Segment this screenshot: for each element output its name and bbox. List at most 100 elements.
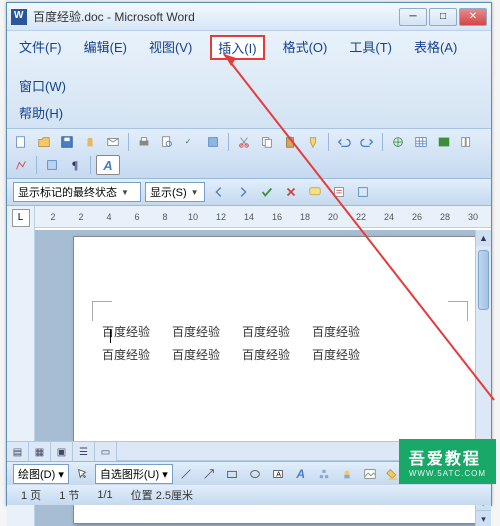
normal-view-button[interactable]: ▤ (7, 442, 29, 462)
redo-icon[interactable] (357, 132, 377, 152)
text-cell: 百度经验 (312, 346, 360, 363)
margin-marker (448, 301, 468, 321)
display-for-review-dropdown[interactable]: 显示标记的最终状态 ▼ (13, 182, 141, 202)
cut-icon[interactable] (234, 132, 254, 152)
display-for-review-value: 显示标记的最终状态 (18, 184, 117, 200)
text-cell: 百度经验 (242, 323, 290, 340)
format-painter-icon[interactable] (303, 132, 323, 152)
menu-view[interactable]: 视图(V) (145, 35, 196, 60)
separator (90, 156, 91, 174)
spell-icon[interactable]: ✓ (180, 132, 200, 152)
horizontal-ruler[interactable]: 2 2 4 6 8 10 12 14 16 18 20 22 24 26 28 … (35, 206, 491, 228)
separator (328, 133, 329, 151)
status-page-count: 1/1 (97, 489, 112, 501)
font-color-icon[interactable]: A (96, 155, 120, 175)
reviewing-pane-icon[interactable] (353, 182, 373, 202)
scroll-up-arrow[interactable]: ▲ (476, 230, 491, 246)
menu-table[interactable]: 表格(A) (410, 35, 461, 60)
drawing-icon[interactable] (11, 155, 31, 175)
watermark: 吾爱教程 WWW.5ATC.COM (399, 439, 496, 484)
menu-edit[interactable]: 编辑(E) (80, 35, 131, 60)
show-dropdown[interactable]: 显示(S) ▼ (145, 182, 205, 202)
print-icon[interactable] (134, 132, 154, 152)
comment-icon[interactable] (305, 182, 325, 202)
standard-toolbar: ✓ ¶ A (7, 129, 491, 179)
diagram-icon[interactable] (314, 464, 334, 484)
accept-icon[interactable] (257, 182, 277, 202)
text-row: 百度经验 百度经验 百度经验 百度经验 (102, 323, 458, 340)
tab-selector[interactable]: L (7, 206, 35, 230)
prev-change-icon[interactable] (209, 182, 229, 202)
new-doc-icon[interactable] (11, 132, 31, 152)
separator (36, 156, 37, 174)
reading-view-button[interactable]: ▭ (95, 442, 117, 462)
draw-menu[interactable]: 绘图(D) ▾ (13, 464, 69, 484)
docmap-icon[interactable] (42, 155, 62, 175)
reviewing-toolbar: 显示标记的最终状态 ▼ 显示(S) ▼ (7, 179, 491, 206)
menu-tools[interactable]: 工具(T) (345, 35, 396, 60)
textbox-icon[interactable]: A (268, 464, 288, 484)
scroll-thumb[interactable] (478, 250, 489, 310)
table-icon[interactable] (411, 132, 431, 152)
clipart-icon[interactable] (337, 464, 357, 484)
close-button[interactable]: ✕ (459, 8, 487, 26)
menu-bar: 文件(F) 编辑(E) 视图(V) 插入(I) 格式(O) 工具(T) 表格(A… (7, 31, 491, 129)
status-bar: 1 页 1 节 1/1 位置 2.5厘米 (7, 485, 491, 505)
email-icon[interactable] (103, 132, 123, 152)
svg-text:✓: ✓ (185, 137, 192, 146)
status-section: 1 节 (59, 487, 79, 503)
separator (128, 133, 129, 151)
separator (228, 133, 229, 151)
status-position: 位置 2.5厘米 (131, 487, 193, 503)
undo-icon[interactable] (334, 132, 354, 152)
columns-icon[interactable] (457, 132, 477, 152)
preview-icon[interactable] (157, 132, 177, 152)
svg-text:A: A (276, 471, 281, 478)
menu-window[interactable]: 窗口(W) (15, 74, 70, 97)
hyperlink-icon[interactable] (388, 132, 408, 152)
text-cell: 百度经验 (172, 323, 220, 340)
autoshapes-menu[interactable]: 自选图形(U) ▾ (95, 464, 173, 484)
text-cell: 百度经验 (172, 346, 220, 363)
watermark-url: WWW.5ATC.COM (409, 469, 486, 478)
menu-insert[interactable]: 插入(I) (210, 35, 264, 60)
text-cell: 百度经验 (312, 323, 360, 340)
print-view-button[interactable]: ▣ (51, 442, 73, 462)
text-cell: 百度经验 (102, 346, 150, 363)
paste-icon[interactable] (280, 132, 300, 152)
title-bar[interactable]: 百度经验.doc - Microsoft Word ─ □ ✕ (7, 3, 491, 31)
window-title: 百度经验.doc - Microsoft Word (33, 8, 399, 25)
watermark-text: 吾爱教程 (409, 451, 481, 468)
picture-icon[interactable] (360, 464, 380, 484)
wordart-icon[interactable]: A (291, 464, 311, 484)
permission-icon[interactable] (80, 132, 100, 152)
chevron-down-icon: ▼ (121, 188, 129, 197)
copy-icon[interactable] (257, 132, 277, 152)
save-icon[interactable] (57, 132, 77, 152)
status-page: 1 页 (21, 487, 41, 503)
track-changes-icon[interactable] (329, 182, 349, 202)
next-page-button[interactable]: ▾ (476, 510, 491, 526)
menu-format[interactable]: 格式(O) (279, 35, 332, 60)
research-icon[interactable] (203, 132, 223, 152)
next-change-icon[interactable] (233, 182, 253, 202)
reject-icon[interactable] (281, 182, 301, 202)
separator (382, 133, 383, 151)
web-view-button[interactable]: ▦ (29, 442, 51, 462)
outline-view-button[interactable]: ☰ (73, 442, 95, 462)
menu-file[interactable]: 文件(F) (15, 35, 66, 60)
minimize-button[interactable]: ─ (399, 8, 427, 26)
excel-icon[interactable] (434, 132, 454, 152)
text-row: 百度经验 百度经验 百度经验 百度经验 (102, 346, 458, 363)
arrow-icon[interactable] (199, 464, 219, 484)
select-objects-icon[interactable] (72, 464, 92, 484)
app-window: 百度经验.doc - Microsoft Word ─ □ ✕ 文件(F) 编辑… (6, 2, 492, 506)
rectangle-icon[interactable] (222, 464, 242, 484)
line-icon[interactable] (176, 464, 196, 484)
margin-marker (92, 301, 112, 321)
open-icon[interactable] (34, 132, 54, 152)
show-hide-icon[interactable]: ¶ (65, 155, 85, 175)
maximize-button[interactable]: □ (429, 8, 457, 26)
oval-icon[interactable] (245, 464, 265, 484)
menu-help[interactable]: 帮助(H) (15, 101, 67, 124)
